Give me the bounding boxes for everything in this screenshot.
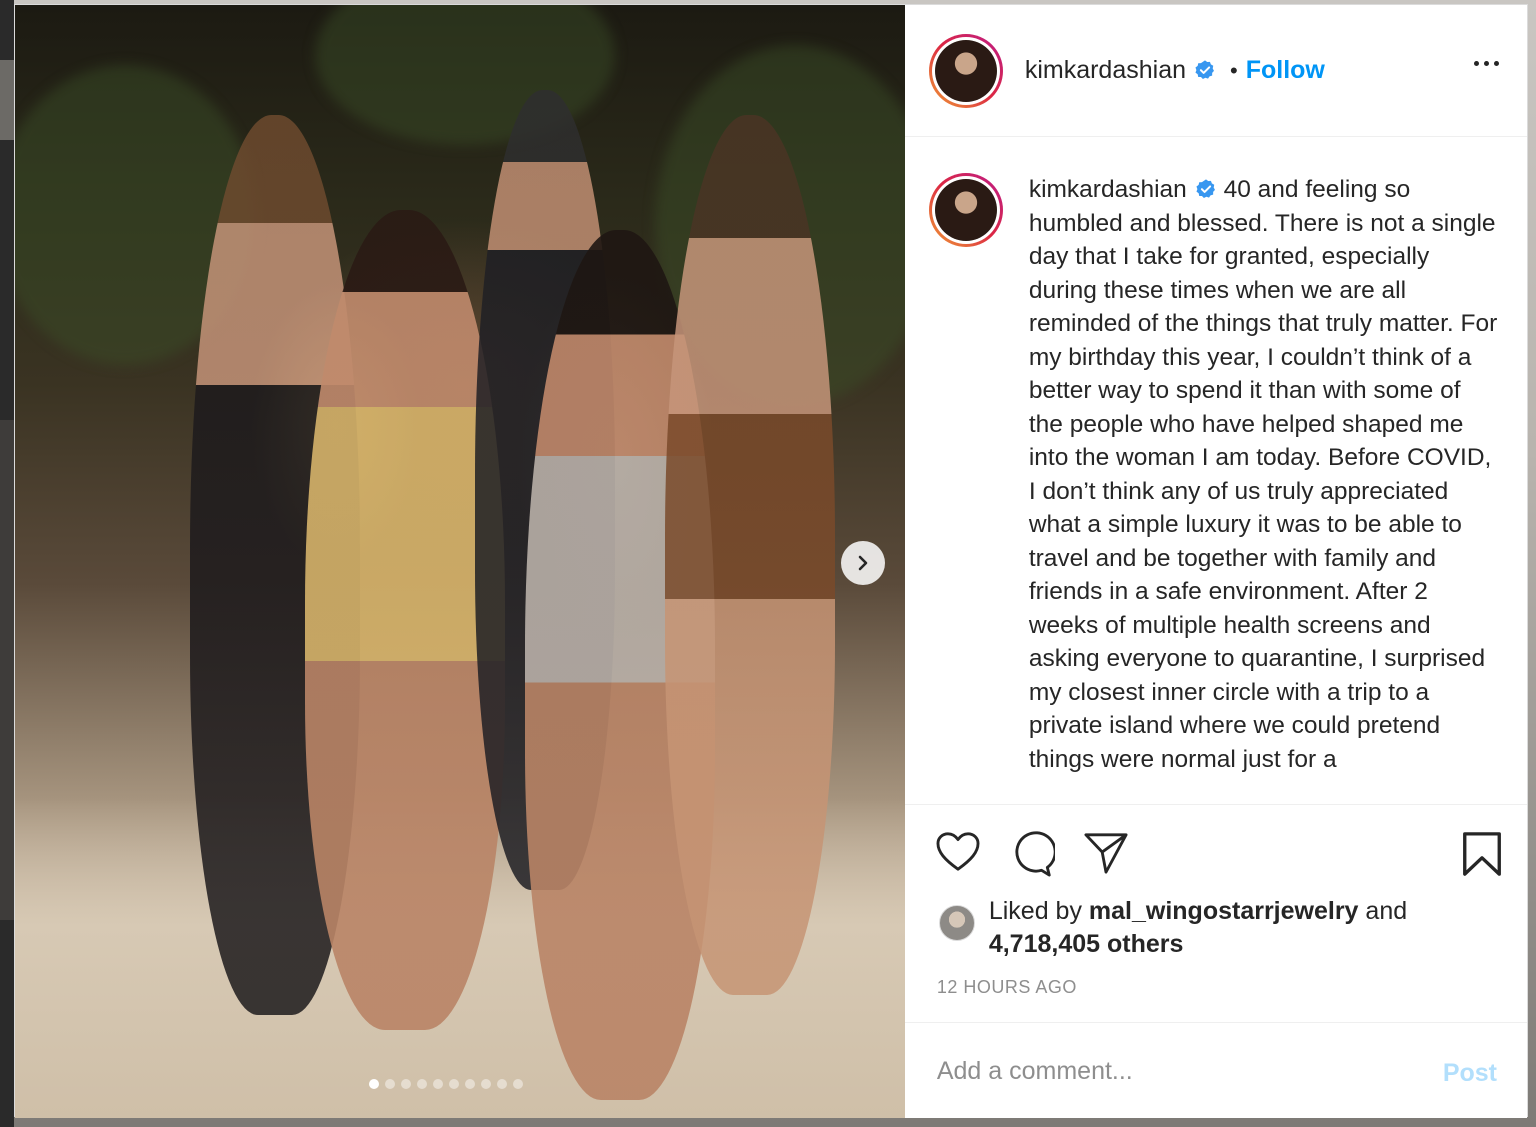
caption-body: 40 and feeling so humbled and blessed. T… (1028, 176, 1498, 773)
likes-prefix: Liked by (988, 897, 1082, 925)
carousel-dot (401, 1079, 411, 1089)
post-timestamp[interactable]: 12 HOURS AGO (904, 973, 1527, 1023)
next-slide-button[interactable] (841, 541, 885, 585)
likes-count-link[interactable]: 4,718,405 others (989, 930, 1184, 958)
liker-avatar[interactable] (938, 905, 975, 941)
post-photo (15, 5, 905, 1118)
comment-icon[interactable] (1009, 831, 1055, 877)
verified-badge-icon (1195, 60, 1214, 79)
header-username[interactable]: kimkardashian (1025, 56, 1216, 85)
carousel-dot (449, 1079, 459, 1089)
comment-box: Post (905, 1023, 1527, 1118)
post-header: kimkardashian • Follow (904, 5, 1527, 137)
bookmark-icon[interactable] (1461, 831, 1503, 877)
post-comment-button[interactable]: Post (1443, 1059, 1497, 1088)
carousel-indicators (369, 1079, 523, 1089)
liker-username[interactable]: mal_wingostarrjewelry (1089, 897, 1359, 925)
heart-icon[interactable] (935, 831, 981, 873)
verified-badge-icon (1196, 179, 1215, 198)
carousel-dot (481, 1079, 491, 1089)
carousel-dot (433, 1079, 443, 1089)
person-figure (665, 115, 835, 995)
chevron-right-icon (858, 555, 868, 571)
carousel-dot (497, 1079, 507, 1089)
likes-connector: and (1365, 897, 1408, 925)
follow-button[interactable]: Follow (1246, 56, 1325, 85)
comment-input[interactable] (936, 1057, 1397, 1086)
caption-section: kimkardashian 40 and feeling so humbled … (904, 137, 1527, 805)
carousel-dot (465, 1079, 475, 1089)
more-options-icon[interactable] (1474, 61, 1499, 66)
background-left-strip (0, 0, 14, 1127)
caption-text: kimkardashian 40 and feeling so humbled … (1029, 173, 1499, 804)
post-sidebar: kimkardashian • Follow kimkardashian 40 … (904, 5, 1527, 1118)
carousel-dot (513, 1079, 523, 1089)
header-separator: • (1230, 57, 1238, 83)
caption-username[interactable]: kimkardashian (1029, 176, 1187, 203)
caption-avatar[interactable] (928, 173, 1003, 247)
likes-section: Liked by mal_wingostarrjewelry and 4,718… (905, 895, 1527, 973)
post-modal: kimkardashian • Follow kimkardashian 40 … (14, 4, 1528, 1118)
share-icon[interactable] (1083, 831, 1129, 875)
carousel-dot (417, 1079, 427, 1089)
carousel-dot (385, 1079, 395, 1089)
avatar[interactable] (928, 33, 1003, 108)
action-bar (905, 805, 1527, 895)
likes-summary: Liked by mal_wingostarrjewelry and 4,718… (989, 895, 1407, 961)
carousel-dot (369, 1079, 379, 1089)
